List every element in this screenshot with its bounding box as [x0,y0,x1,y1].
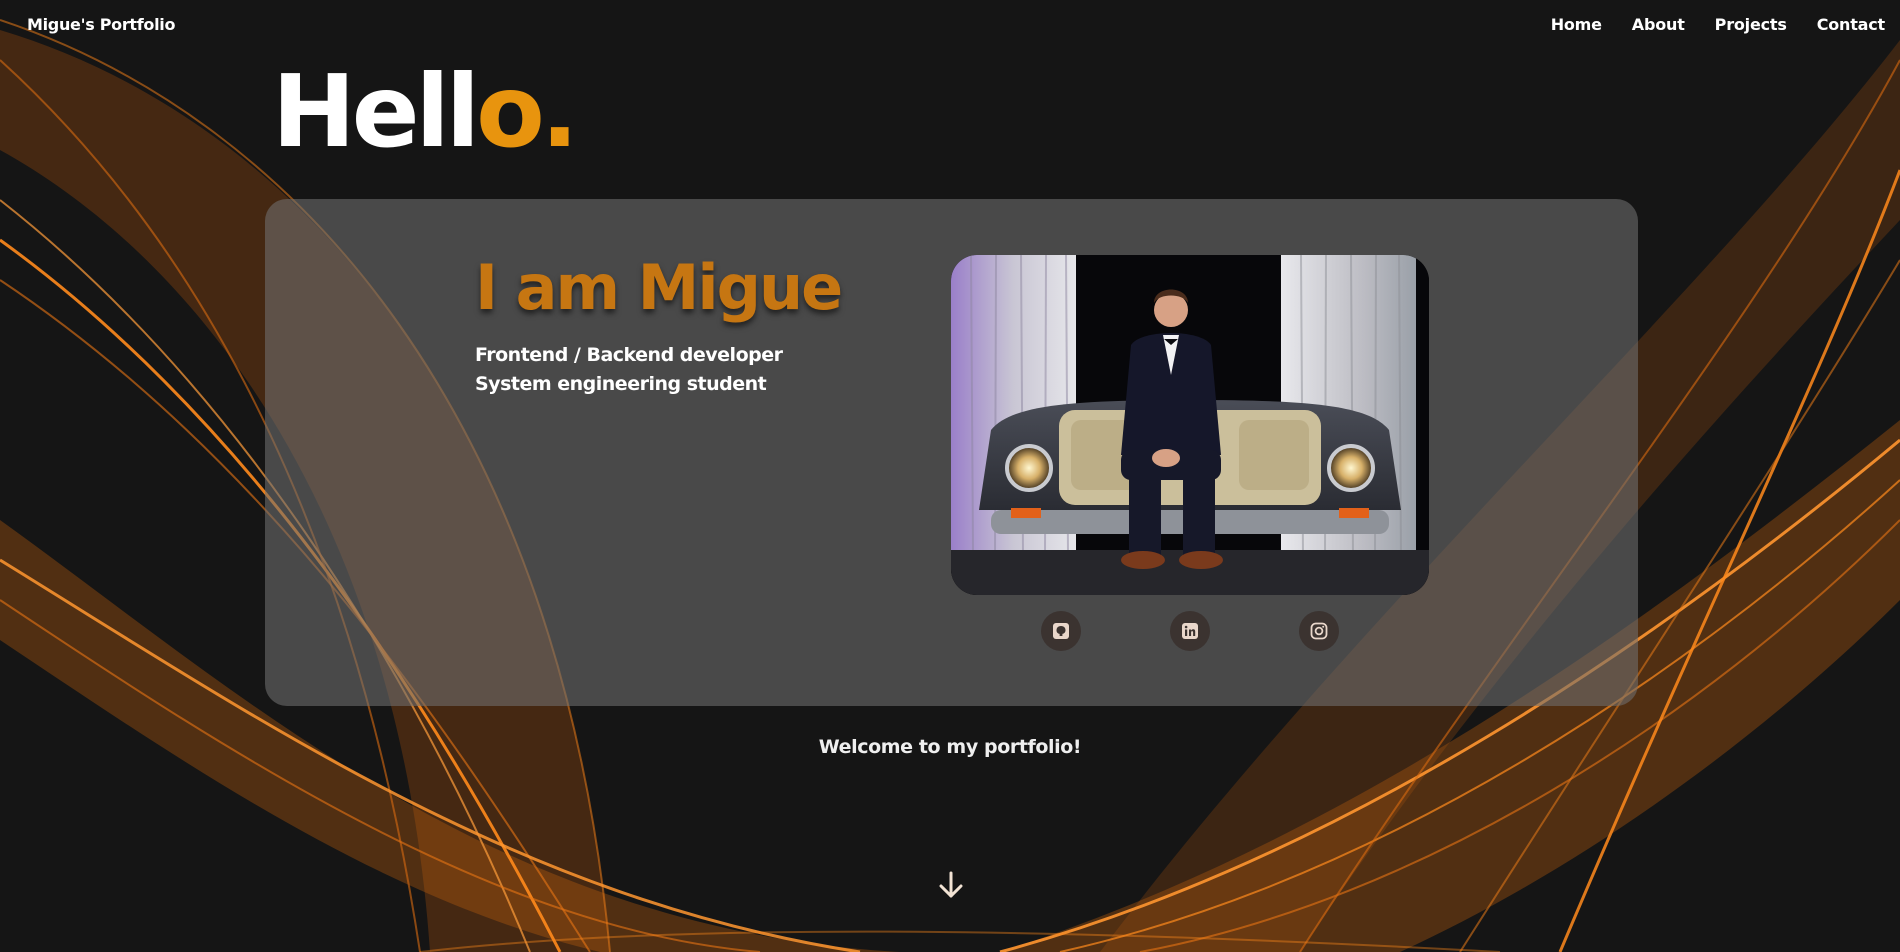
instagram-button[interactable] [1299,611,1339,651]
subtitle-study: System engineering student [475,373,767,395]
portfolio-page: Migue's Portfolio Home About Projects Co… [0,0,1900,952]
instagram-icon [1310,622,1328,640]
brand-link[interactable]: Migue's Portfolio [27,15,175,34]
main-nav: Home About Projects Contact [1551,15,1886,34]
nav-projects[interactable]: Projects [1715,15,1787,34]
nav-contact[interactable]: Contact [1817,15,1886,34]
arrow-down-icon [939,871,963,898]
nav-home[interactable]: Home [1551,15,1602,34]
top-navbar: Migue's Portfolio Home About Projects Co… [0,0,1900,52]
hello-heading: Hello. [272,62,579,162]
welcome-text: Welcome to my portfolio! [818,736,1082,758]
social-links [1041,611,1341,651]
hello-text: Hell [272,53,480,170]
profile-photo [951,255,1429,595]
github-button[interactable] [1041,611,1081,651]
hero-card: I am Migue Frontend / Backend developer … [265,199,1638,706]
linkedin-icon [1182,623,1198,639]
github-icon [1053,623,1069,639]
hello-accent: o. [476,53,579,170]
nav-about[interactable]: About [1632,15,1685,34]
hero-subtitle: Frontend / Backend developer System engi… [475,341,783,399]
linkedin-button[interactable] [1170,611,1210,651]
scroll-down-button[interactable] [938,870,964,900]
hero-title: I am Migue [475,251,843,324]
subtitle-role: Frontend / Backend developer [475,344,783,366]
